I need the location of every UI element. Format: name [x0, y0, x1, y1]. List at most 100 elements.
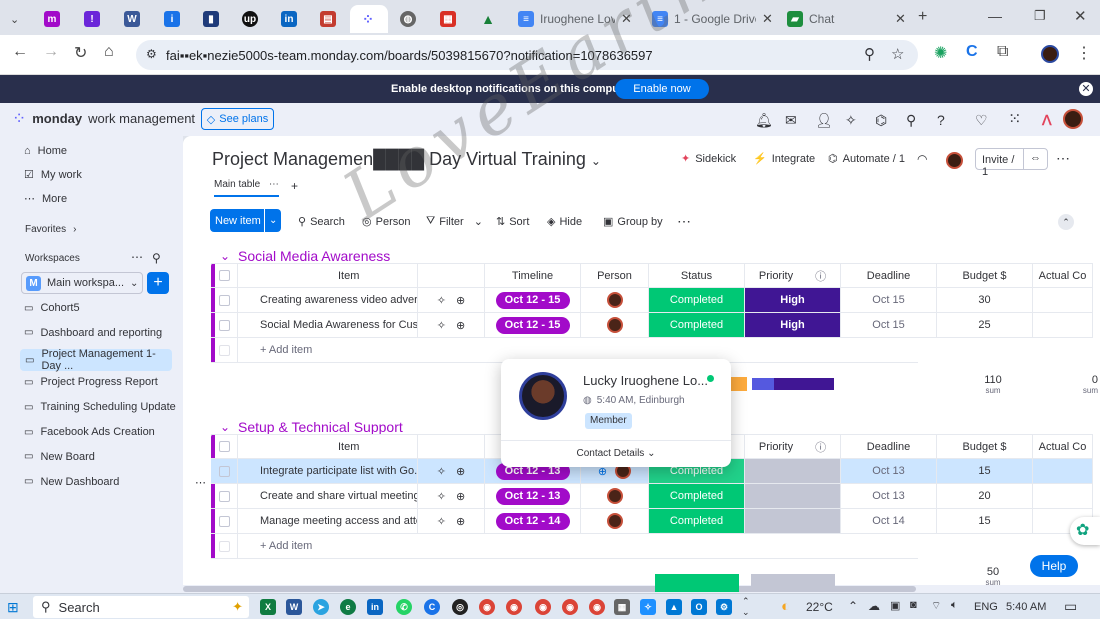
row-checkbox[interactable]	[211, 484, 238, 508]
app-gear-icon[interactable]: ⚙	[716, 599, 732, 615]
tab-3[interactable]: W	[114, 5, 140, 33]
status-cell[interactable]: Completed	[649, 288, 745, 312]
tab-5[interactable]: ▮	[193, 5, 219, 33]
workspace-options-icon[interactable]: ⋯	[131, 250, 143, 264]
new-item-button[interactable]: New item ⌄	[210, 209, 281, 232]
chrome-icon[interactable]: ◉	[562, 599, 578, 615]
item-name[interactable]: Integrate participate list with Go...	[238, 459, 418, 483]
hide-button[interactable]: ◈ Hide	[547, 215, 582, 229]
see-plans-button[interactable]: ◇ See plans	[201, 108, 274, 130]
add-item-row[interactable]: + Add item	[211, 534, 918, 559]
collapse-icon[interactable]: ⌃	[1058, 214, 1074, 230]
column-header-item[interactable]: Item	[238, 435, 418, 458]
telegram-icon[interactable]: ➤	[313, 599, 329, 615]
app-ring-icon[interactable]: ◎	[452, 599, 468, 615]
item-name[interactable]: Creating awareness video advert...	[238, 288, 418, 312]
workspace-selector[interactable]: M Main workspa... ⌄	[21, 272, 143, 294]
tab-4[interactable]: i	[154, 5, 180, 33]
edge-icon[interactable]: e	[340, 599, 356, 615]
photos-icon[interactable]: ▲	[666, 599, 682, 615]
sidebar-board-item[interactable]: ▭ Cohort5	[24, 302, 80, 314]
ai-icon[interactable]: ⌬	[875, 112, 887, 129]
column-header-budget[interactable]: Budget $	[937, 264, 1033, 287]
row-checkbox[interactable]	[211, 509, 238, 533]
invite-members-icon[interactable]: 👤︎	[815, 112, 833, 129]
sort-button[interactable]: ⇅ Sort	[496, 215, 529, 229]
column-header-priority[interactable]: Priority ⓘ	[745, 435, 841, 458]
zoom-icon[interactable]: ⚲	[864, 45, 875, 63]
sidebar-item-more[interactable]: ⋯ More	[24, 192, 67, 206]
cloud-icon[interactable]: ☁	[868, 599, 880, 613]
item-name[interactable]: Manage meeting access and atte...	[238, 509, 418, 533]
deadline-cell[interactable]: Oct 15	[841, 288, 937, 312]
language-indicator[interactable]: ENG	[974, 601, 998, 613]
sidebar-board-item[interactable]: ▭ Project Management 1-Day ...	[20, 348, 172, 372]
budget-cell[interactable]: 15	[937, 509, 1033, 533]
sidebar-board-item[interactable]: ▭ New Dashboard	[24, 476, 119, 488]
person-cell[interactable]	[581, 484, 649, 508]
sidebar-item-my-work[interactable]: ☑ My work	[24, 168, 82, 182]
linkedin-icon[interactable]: in	[367, 599, 383, 615]
automate-button[interactable]: ⌬ Automate / 1	[828, 152, 905, 166]
minimize-button[interactable]: —	[988, 8, 1002, 24]
sidekick-button[interactable]: ✦ Sidekick	[681, 152, 736, 166]
close-window-button[interactable]: ✕	[1074, 7, 1087, 25]
grid-menu-icon[interactable]: ⁙	[1008, 109, 1021, 129]
actual-cost-cell[interactable]	[1033, 288, 1093, 312]
monday-logo[interactable]: ⁘ monday work management	[12, 110, 195, 127]
browser-menu-icon[interactable]: ⋮	[1076, 43, 1092, 63]
item-name[interactable]: Create and share virtual meeting ...	[238, 484, 418, 508]
updates-icon[interactable]: ◠	[917, 152, 927, 166]
monday-products-icon[interactable]: ᐱ	[1042, 112, 1052, 129]
column-header-priority[interactable]: Priority ⓘ	[745, 264, 841, 287]
close-tab-icon[interactable]: ✕	[762, 11, 773, 27]
status-cell[interactable]: Completed	[649, 509, 745, 533]
workspace-search-icon[interactable]: ⚲	[152, 251, 161, 265]
sidebar-board-item[interactable]: ▭ Training Scheduling Update	[24, 401, 176, 413]
tab-12[interactable]: ▲	[470, 5, 496, 33]
row-checkbox[interactable]	[211, 459, 238, 483]
app-c-icon[interactable]: C	[424, 599, 440, 615]
deadline-cell[interactable]: Oct 14	[841, 509, 937, 533]
chrome-icon[interactable]: ◉	[506, 599, 522, 615]
group-title[interactable]: ⌄ Social Media Awareness	[220, 248, 390, 264]
excel-icon[interactable]: X	[260, 599, 276, 615]
column-header-budget[interactable]: Budget $	[937, 435, 1033, 458]
add-update-icon[interactable]: ⊕	[456, 515, 465, 528]
extensions-puzzle-icon[interactable]: ⧉	[997, 43, 1008, 61]
tab-9-active[interactable]: ⁘	[350, 5, 388, 33]
ai-sparkle-icon[interactable]: ✧	[437, 490, 446, 503]
priority-cell[interactable]	[745, 459, 841, 483]
sidebar-item-home[interactable]: ⌂ Home	[24, 145, 67, 157]
ai-sparkle-icon[interactable]: ✧	[437, 294, 446, 307]
column-header-item[interactable]: Item	[238, 264, 418, 287]
table-row[interactable]: Social Media Awareness for Cust... ✧ ⊕ Oct …	[211, 313, 1093, 338]
sidebar-board-item[interactable]: ▭ Project Progress Report	[24, 376, 158, 388]
tab-2[interactable]: !	[74, 5, 100, 33]
row-checkbox[interactable]	[211, 313, 238, 337]
column-header-deadline[interactable]: Deadline	[841, 264, 937, 287]
tab-15[interactable]: ▰ Chat ✕	[777, 5, 909, 33]
budget-cell[interactable]: 15	[937, 459, 1033, 483]
tab-main-table[interactable]: Main table ⋯	[214, 179, 279, 197]
budget-cell[interactable]: 30	[937, 288, 1033, 312]
invite-button[interactable]: Invite / 1 ⇔	[975, 148, 1048, 178]
favorites-section[interactable]: Favorites ›	[25, 224, 76, 235]
status-cell[interactable]: Completed	[649, 484, 745, 508]
person-avatar[interactable]	[606, 488, 623, 504]
budget-cell[interactable]: 20	[937, 484, 1033, 508]
column-header-actual[interactable]: Actual Co	[1033, 264, 1093, 287]
apps-icon[interactable]: ✧	[845, 112, 857, 129]
deadline-cell[interactable]: Oct 15	[841, 313, 937, 337]
taskbar-search[interactable]: ⚲ Search ✦	[33, 596, 249, 618]
tab-6[interactable]: up	[232, 5, 258, 33]
home-icon[interactable]: ⌂	[104, 43, 114, 61]
tab-1[interactable]: m	[34, 5, 60, 33]
table-row[interactable]: Creating awareness video advert... ✧ ⊕ Oct …	[211, 288, 1093, 313]
add-update-icon[interactable]: ⊕	[456, 319, 465, 332]
tab-search-button[interactable]: ⌄	[0, 5, 19, 33]
user-avatar[interactable]	[1063, 109, 1083, 129]
chrome-icon[interactable]: ◉	[479, 599, 495, 615]
extension-c-icon[interactable]: C	[966, 43, 978, 61]
deadline-cell[interactable]: Oct 13	[841, 484, 937, 508]
